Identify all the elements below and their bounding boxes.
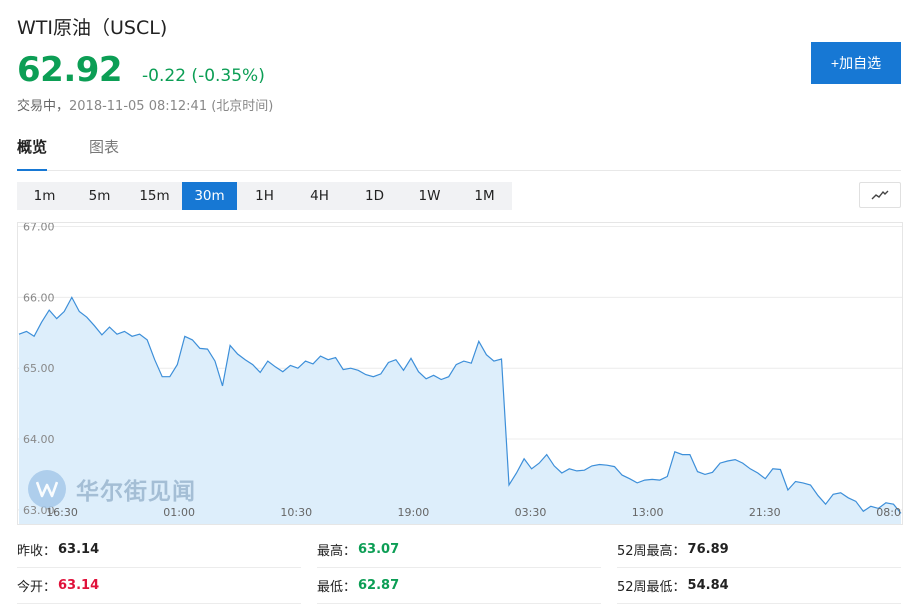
stat-prev-close: 昨收： 63.14 <box>17 532 301 568</box>
stat-label: 最低： <box>317 580 357 595</box>
stat-value: 62.87 <box>358 578 400 593</box>
stat-label: 今开： <box>17 580 57 595</box>
instrument-title: WTI原油（USCL) <box>17 17 168 39</box>
tab-bar: 概览 图表 <box>17 137 901 171</box>
x-tick-label: 13:00 <box>632 506 664 519</box>
y-tick-label: 67.00 <box>23 223 55 234</box>
w-logo-icon <box>36 481 58 498</box>
interval-1d-button[interactable]: 1D <box>347 182 402 210</box>
line-chart-icon <box>871 190 889 200</box>
price-row: 62.92 -0.22 (-0.35%) <box>17 50 265 90</box>
tab-chart[interactable]: 图表 <box>89 137 119 171</box>
stat-label: 52周最低： <box>617 580 686 595</box>
interval-4h-button[interactable]: 4H <box>292 182 347 210</box>
stat-value: 63.07 <box>358 542 400 557</box>
last-price: 62.92 <box>17 50 123 90</box>
stat-low: 最低： 62.87 <box>317 568 601 604</box>
x-tick-label: 08:0 <box>876 506 901 519</box>
chart-type-button[interactable] <box>859 182 901 208</box>
watermark: 华尔街见闻 <box>28 470 196 508</box>
stat-label: 52周最高： <box>617 544 686 559</box>
x-tick-label: 10:30 <box>280 506 312 519</box>
y-tick-label: 64.00 <box>23 433 55 446</box>
trading-status: 交易中，2018-11-05 08:12:41 (北京时间) <box>17 95 273 114</box>
interval-1h-button[interactable]: 1H <box>237 182 292 210</box>
interval-30m-button[interactable]: 30m <box>182 182 237 210</box>
stat-value: 63.14 <box>58 542 100 557</box>
interval-1m-button[interactable]: 1m <box>17 182 72 210</box>
price-change: -0.22 (-0.35%) <box>142 66 265 86</box>
interval-1w-button[interactable]: 1W <box>402 182 457 210</box>
stat-52w-high: 52周最高： 76.89 <box>617 532 901 568</box>
stat-52w-low: 52周最低： 54.84 <box>617 568 901 604</box>
interval-1mo-button[interactable]: 1M <box>457 182 512 210</box>
add-to-watchlist-button[interactable]: +加自选 <box>811 42 901 84</box>
stat-value: 54.84 <box>687 578 729 593</box>
stat-high: 最高： 63.07 <box>317 532 601 568</box>
x-tick-label: 19:00 <box>398 506 430 519</box>
y-tick-label: 65.00 <box>23 362 55 375</box>
stat-value: 76.89 <box>687 542 729 557</box>
stat-label: 昨收： <box>17 544 57 559</box>
y-tick-label: 66.00 <box>23 291 55 304</box>
watermark-text: 华尔街见闻 <box>76 478 196 505</box>
stat-open: 今开： 63.14 <box>17 568 301 604</box>
interval-selector: 1m 5m 15m 30m 1H 4H 1D 1W 1M <box>17 182 512 210</box>
interval-5m-button[interactable]: 5m <box>72 182 127 210</box>
status-label: 交易中， <box>17 99 70 114</box>
x-tick-label: 21:30 <box>749 506 781 519</box>
stat-value: 63.14 <box>58 578 100 593</box>
watermark-logo <box>28 470 66 508</box>
x-tick-label: 03:30 <box>515 506 547 519</box>
quote-timestamp: 2018-11-05 08:12:41 (北京时间) <box>69 99 274 114</box>
stat-label: 最高： <box>317 544 357 559</box>
interval-15m-button[interactable]: 15m <box>127 182 182 210</box>
tab-overview[interactable]: 概览 <box>17 137 48 171</box>
